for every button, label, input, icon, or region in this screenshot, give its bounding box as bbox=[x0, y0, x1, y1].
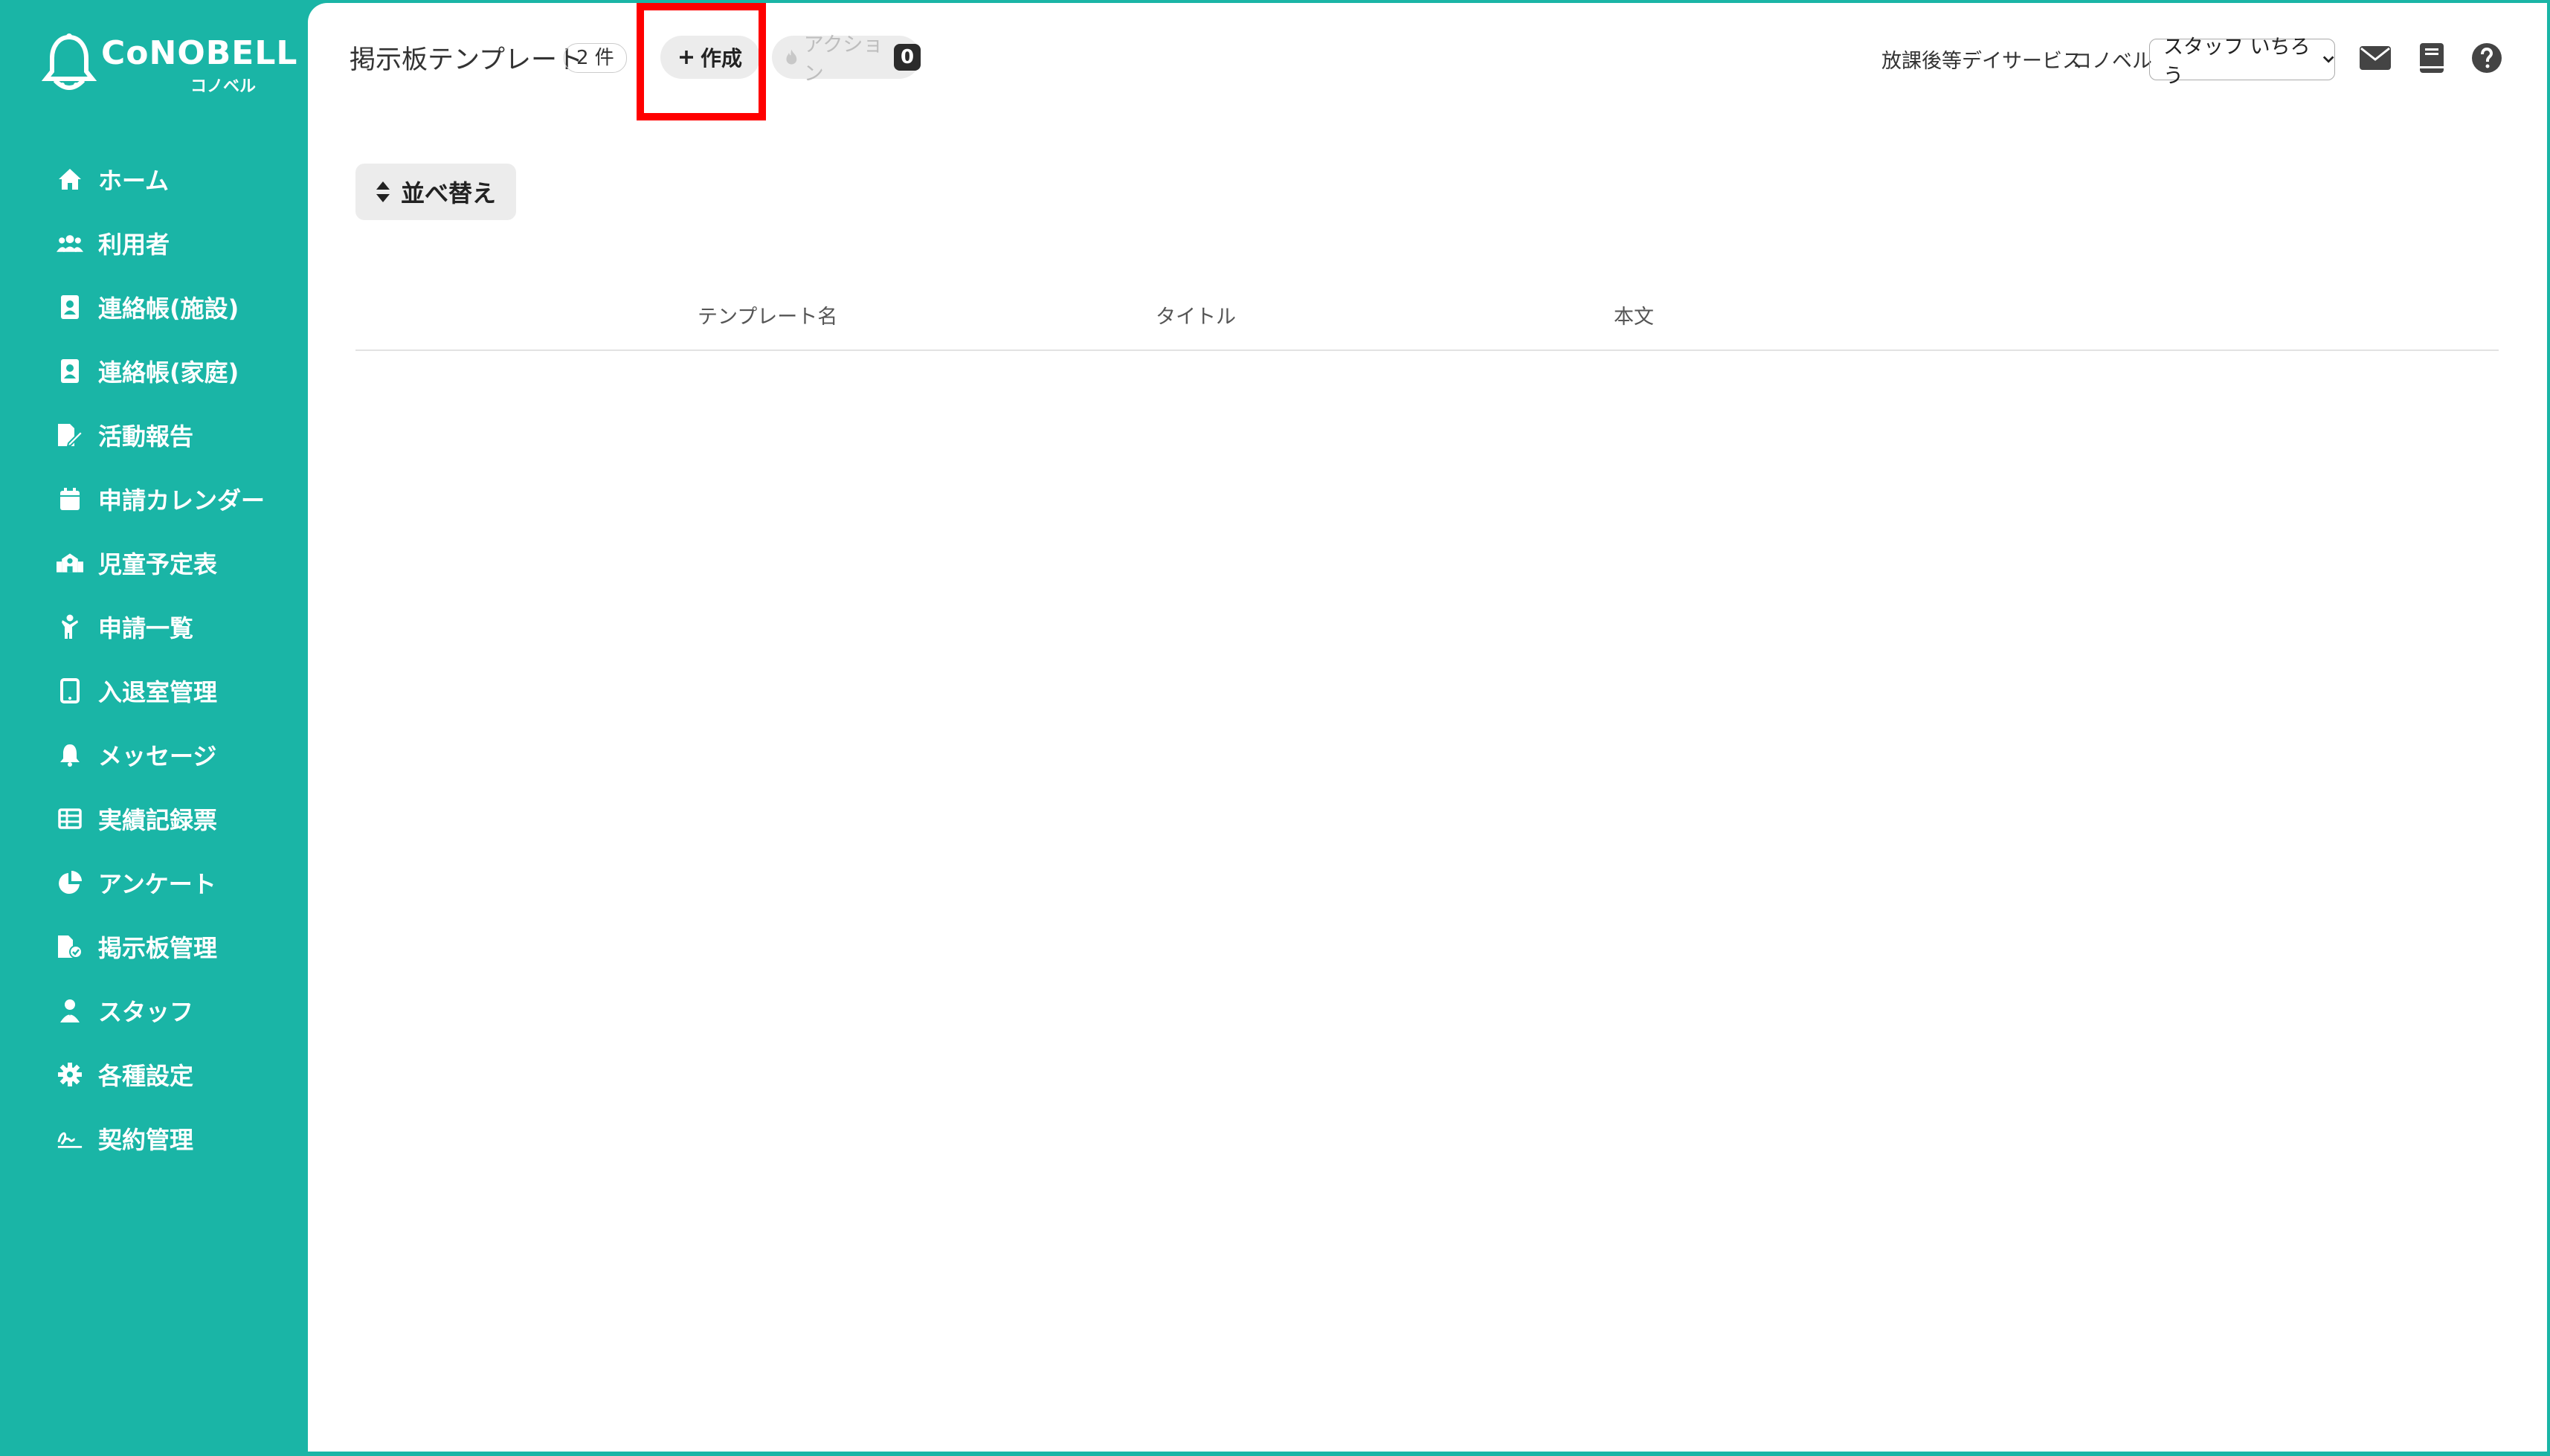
sidebar-item-label: ホーム bbox=[98, 167, 170, 195]
sidebar-item-label: 児童予定表 bbox=[98, 550, 218, 579]
users-icon bbox=[57, 230, 83, 257]
sidebar-item-label: 申請一覧 bbox=[98, 614, 194, 642]
pie-chart-icon bbox=[57, 869, 83, 896]
sidebar-item-label: 入退室管理 bbox=[98, 678, 218, 706]
page-title: 掲示板テンプレート bbox=[350, 45, 583, 75]
logo-text: CoNOBELL bbox=[101, 34, 298, 72]
sidebar-item-request-calendar[interactable]: 申請カレンダー bbox=[0, 467, 308, 531]
sidebar-item-performance-record[interactable]: 実績記録票 bbox=[0, 787, 308, 851]
action-button-label: アクション bbox=[803, 33, 883, 86]
sort-button-label: 並べ替え bbox=[400, 179, 496, 207]
sidebar-item-label: 連絡帳(家庭) bbox=[98, 358, 239, 387]
sidebar-item-label: 申請カレンダー bbox=[98, 486, 265, 515]
sidebar-nav: ホーム 利用者 連絡帳(施設) 連絡帳(家庭) 活動報告 申請カレンダー 児童予… bbox=[0, 147, 308, 1170]
sidebar-item-contract[interactable]: 契約管理 bbox=[0, 1107, 308, 1170]
table-icon bbox=[57, 805, 83, 832]
bell-icon bbox=[57, 741, 83, 768]
sidebar-item-staff[interactable]: スタッフ bbox=[0, 979, 308, 1043]
sidebar-item-label: メッセージ bbox=[98, 742, 217, 770]
facility-name: 放課後等デイサービス bbox=[1881, 50, 2082, 73]
action-button[interactable]: アクション 0 bbox=[772, 33, 921, 86]
sidebar-item-activity-report[interactable]: 活動報告 bbox=[0, 403, 308, 467]
sidebar-item-users[interactable]: 利用者 bbox=[0, 211, 308, 275]
tablet-icon bbox=[57, 677, 83, 704]
contact-book-icon bbox=[57, 358, 83, 384]
fire-icon bbox=[786, 49, 797, 65]
sidebar-item-request-list[interactable]: 申請一覧 bbox=[0, 595, 308, 659]
sidebar-item-survey[interactable]: アンケート bbox=[0, 851, 308, 915]
sidebar-item-board-management[interactable]: 掲示板管理 bbox=[0, 915, 308, 979]
brand-logo[interactable]: CoNOBELL コノベル bbox=[42, 33, 297, 100]
staff-select-value: スタッフ いちろう bbox=[2163, 36, 2311, 88]
sidebar-item-label: 実績記録票 bbox=[98, 806, 218, 834]
sidebar-item-label: 掲示板管理 bbox=[98, 934, 218, 962]
highlight-box bbox=[637, 3, 766, 120]
contact-book-icon bbox=[57, 294, 83, 320]
logo-subtext: コノベル bbox=[190, 77, 257, 96]
sidebar-item-label: 各種設定 bbox=[98, 1062, 194, 1090]
board-file-icon bbox=[57, 933, 83, 960]
report-edit-icon bbox=[57, 422, 83, 448]
sidebar-item-child-schedule[interactable]: 児童予定表 bbox=[0, 531, 308, 595]
mail-icon[interactable] bbox=[2357, 40, 2393, 76]
sidebar-item-label: アンケート bbox=[98, 870, 216, 898]
sidebar-item-messages[interactable]: メッセージ bbox=[0, 723, 308, 787]
sidebar-item-contact-home[interactable]: 連絡帳(家庭) bbox=[0, 339, 308, 403]
staff-icon bbox=[57, 997, 83, 1024]
manual-book-icon[interactable] bbox=[2414, 40, 2450, 76]
staff-select[interactable]: スタッフ いちろう bbox=[2149, 36, 2335, 88]
count-badge: 2 件 bbox=[564, 43, 627, 73]
sidebar-item-label: 契約管理 bbox=[98, 1126, 194, 1154]
sidebar-item-label: スタッフ bbox=[98, 998, 194, 1026]
sidebar-item-attendance[interactable]: 入退室管理 bbox=[0, 659, 308, 723]
chevron-down-icon bbox=[2322, 56, 2334, 63]
sort-icon bbox=[376, 181, 390, 202]
sort-button[interactable]: 並べ替え bbox=[355, 164, 516, 220]
main-content: 掲示板テンプレート 2 件 作成 アクション 0 放課後等デイサービス コノベル… bbox=[308, 3, 2547, 1452]
gear-icon bbox=[57, 1061, 83, 1088]
sidebar-item-label: 利用者 bbox=[98, 231, 170, 259]
help-icon[interactable] bbox=[2469, 40, 2505, 76]
sidebar-item-home[interactable]: ホーム bbox=[0, 147, 308, 211]
signature-icon bbox=[57, 1125, 83, 1152]
column-header-body[interactable]: 本文 bbox=[1614, 300, 1654, 329]
sidebar-item-settings[interactable]: 各種設定 bbox=[0, 1043, 308, 1107]
company-name: コノベル bbox=[2072, 50, 2152, 73]
sidebar-item-label: 連絡帳(施設) bbox=[98, 294, 239, 323]
bell-logo-icon bbox=[42, 33, 97, 90]
table-header: テンプレート名 タイトル 本文 bbox=[355, 293, 2499, 351]
home-icon bbox=[57, 166, 83, 193]
sidebar-item-contact-facility[interactable]: 連絡帳(施設) bbox=[0, 275, 308, 339]
sidebar-item-label: 活動報告 bbox=[98, 422, 194, 451]
sidebar: CoNOBELL コノベル ホーム 利用者 連絡帳(施設) 連絡帳(家庭) 活動… bbox=[0, 0, 308, 1456]
column-header-title[interactable]: タイトル bbox=[1156, 300, 1236, 329]
column-header-template-name[interactable]: テンプレート名 bbox=[698, 300, 837, 329]
calendar-icon bbox=[57, 486, 83, 512]
child-icon bbox=[57, 613, 83, 640]
school-icon bbox=[57, 550, 83, 576]
action-count-badge: 0 bbox=[894, 44, 921, 71]
